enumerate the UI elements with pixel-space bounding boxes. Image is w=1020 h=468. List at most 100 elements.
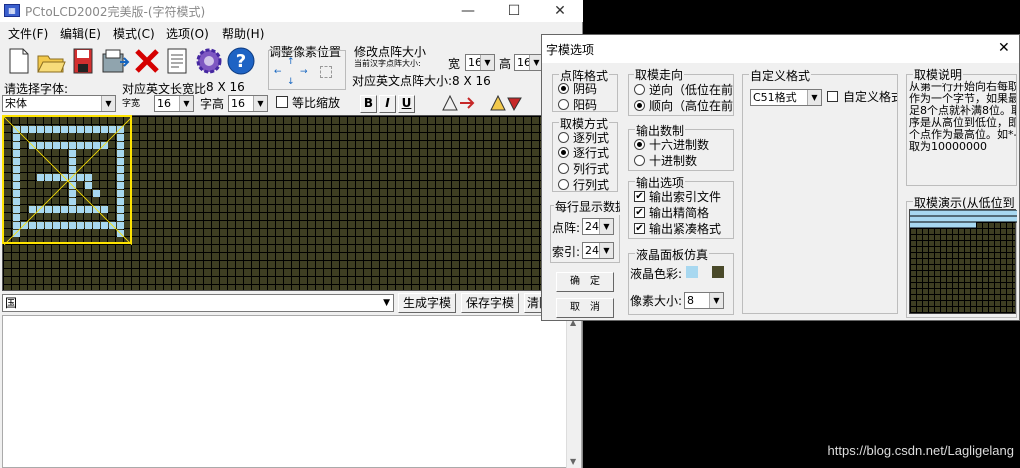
menu-mode[interactable]: 模式(C)	[113, 25, 155, 42]
rotate-icon[interactable]	[440, 94, 476, 112]
save-disk-icon[interactable]	[68, 46, 98, 76]
per-row-index-select[interactable]: 24 ▼	[582, 242, 614, 259]
english-size-label: 对应英文点阵大小:8 X 16	[352, 74, 491, 88]
italic-button[interactable]: I	[379, 95, 396, 113]
custom-format-group: 自定义格式 C51格式▼ 自定义格式	[742, 67, 898, 314]
help-icon[interactable]: ?	[226, 46, 256, 76]
dot-format-positive-radio[interactable]	[558, 99, 569, 110]
output-tight-label: 输出紧凑格式	[649, 222, 722, 236]
english-ratio-value: 8 X 16	[206, 80, 245, 94]
scan-column-radio[interactable]	[558, 132, 569, 143]
dialog-title-bar: 字模选项 ✕	[542, 35, 1019, 63]
output-index-checkbox[interactable]: ✔	[634, 191, 645, 202]
delete-icon[interactable]	[132, 46, 162, 76]
scan-row-radio[interactable]	[558, 147, 569, 158]
proportional-checkbox[interactable]	[276, 96, 288, 108]
explain-text: 从第一行开始向右每取8个点作为一个字节，如果最后不足8个点就补满8位。取模顺序是…	[909, 80, 1017, 153]
scan-mode-group: 取模方式 逐列式 逐行式 列行式 行列式	[552, 115, 618, 192]
per-row-index-label: 索引:	[552, 245, 581, 259]
save-mold-button[interactable]: 保存字模	[461, 293, 519, 313]
scan-row-column-radio[interactable]	[558, 179, 569, 190]
menu-help[interactable]: 帮助(H)	[222, 25, 264, 42]
maximize-button[interactable]: ☐	[491, 0, 537, 22]
output-compact-checkbox[interactable]: ✔	[634, 207, 645, 218]
settings-gear-icon[interactable]	[194, 46, 224, 76]
minimize-button[interactable]: —	[445, 0, 491, 22]
character-frame	[2, 115, 132, 244]
underline-button[interactable]: U	[398, 95, 415, 113]
cancel-button[interactable]: 取 消	[556, 298, 614, 318]
output-compact-label: 输出精简格	[649, 206, 710, 220]
custom-format-checkbox[interactable]	[827, 91, 838, 102]
lcd-sim-label: 液晶面板仿真	[635, 246, 710, 263]
bold-button[interactable]: B	[360, 95, 377, 113]
unlit-color-swatch[interactable]	[712, 266, 724, 278]
scan-row-label: 逐行式	[573, 146, 610, 160]
per-row-dot-select[interactable]: 24 ▼	[582, 218, 614, 235]
output-textarea[interactable]	[2, 315, 582, 468]
demo-pixels	[910, 210, 1017, 229]
window-title: PCtoLCD2002完美版-(字符模式)	[25, 5, 206, 19]
move-up-icon[interactable]: ↑	[287, 57, 297, 67]
output-options-group: 输出选项 ✔ 输出索引文件 ✔ 输出精简格 ✔ 输出紧凑格式	[628, 174, 734, 239]
new-file-icon[interactable]	[4, 46, 34, 76]
output-index-label: 输出索引文件	[649, 190, 722, 204]
per-row-dot-label: 点阵:	[552, 221, 581, 235]
dot-format-negative-radio[interactable]	[558, 83, 569, 94]
lcd-sim-group: 液晶面板仿真 液晶色彩: 像素大小: 8 ▼	[628, 246, 734, 315]
menu-options[interactable]: 选项(O)	[166, 25, 209, 42]
decimal-radio[interactable]	[634, 155, 645, 166]
menu-edit[interactable]: 编辑(E)	[60, 25, 101, 42]
char-width-select[interactable]: 16 ▼	[154, 95, 194, 112]
menu-bar: 文件(F) 编辑(E) 模式(C) 选项(O) 帮助(H)	[0, 23, 583, 43]
font-select[interactable]: 宋体 ▼	[2, 95, 116, 112]
explain-label: 取模说明	[913, 66, 964, 83]
dot-format-group: 点阵格式 阴码 阳码	[552, 67, 618, 112]
lit-color-swatch[interactable]	[686, 266, 698, 278]
char-height-label: 字高	[200, 97, 225, 111]
output-tight-checkbox[interactable]: ✔	[634, 223, 645, 234]
direction-high-first-label: 顺向（高位在前	[649, 99, 734, 113]
title-bar: ▦ PCtoLCD2002完美版-(字符模式) — ☐ ✕	[0, 0, 583, 22]
custom-format-label: 自定义格式	[749, 67, 812, 84]
scan-column-row-radio[interactable]	[558, 163, 569, 174]
move-right-icon[interactable]: →	[300, 67, 310, 77]
scan-row-column-label: 行列式	[573, 178, 610, 192]
explain-group: 从第一行开始向右每取8个点作为一个字节，如果最后不足8个点就补满8位。取模顺序是…	[906, 74, 1017, 186]
menu-file[interactable]: 文件(F)	[8, 25, 48, 42]
vertical-scrollbar[interactable]: ▲ ▼	[566, 316, 581, 468]
document-icon[interactable]	[162, 46, 192, 76]
direction-low-first-radio[interactable]	[634, 84, 645, 95]
format-select[interactable]: C51格式 ▼	[750, 89, 822, 106]
custom-format-checkbox-label: 自定义格式	[843, 90, 897, 104]
proportional-label: 等比缩放	[292, 96, 341, 110]
pixel-size-label: 像素大小:	[630, 294, 683, 308]
move-left-icon[interactable]: ←	[274, 67, 284, 77]
direction-low-first-label: 逆向（低位在前	[649, 83, 734, 97]
move-down-icon[interactable]: ↓	[287, 77, 297, 87]
hex-radio[interactable]	[634, 139, 645, 150]
pixel-size-select[interactable]: 8 ▼	[684, 292, 724, 309]
char-input[interactable]: 国 ▼	[2, 294, 394, 312]
close-button[interactable]: ✕	[537, 0, 583, 22]
confirm-button[interactable]: 确 定	[556, 272, 614, 292]
dot-format-negative-label: 阴码	[573, 82, 598, 96]
generate-button[interactable]: 生成字模	[398, 293, 456, 313]
main-window: ▦ PCtoLCD2002完美版-(字符模式) — ☐ ✕ 文件(F) 编辑(E…	[0, 0, 583, 468]
open-folder-icon[interactable]	[36, 46, 66, 76]
dot-format-positive-label: 阳码	[573, 98, 598, 112]
flip-icon[interactable]	[488, 94, 524, 112]
direction-high-first-radio[interactable]	[634, 100, 645, 111]
height-select[interactable]: 16 ▼	[514, 54, 544, 71]
app-icon: ▦	[4, 4, 20, 17]
export-icon[interactable]	[100, 46, 130, 76]
center-icon[interactable]	[320, 66, 332, 78]
current-size-label: 当前汉字点阵大小:	[354, 59, 421, 68]
scan-column-row-label: 列行式	[573, 162, 610, 176]
dialog-close-button[interactable]: ✕	[998, 40, 1010, 56]
svg-text:?: ?	[236, 51, 246, 72]
width-label: 宽	[448, 57, 461, 71]
lcd-color-label: 液晶色彩:	[630, 267, 683, 281]
char-height-select[interactable]: 16 ▼	[228, 95, 268, 112]
width-select[interactable]: 16 ▼	[465, 54, 495, 71]
